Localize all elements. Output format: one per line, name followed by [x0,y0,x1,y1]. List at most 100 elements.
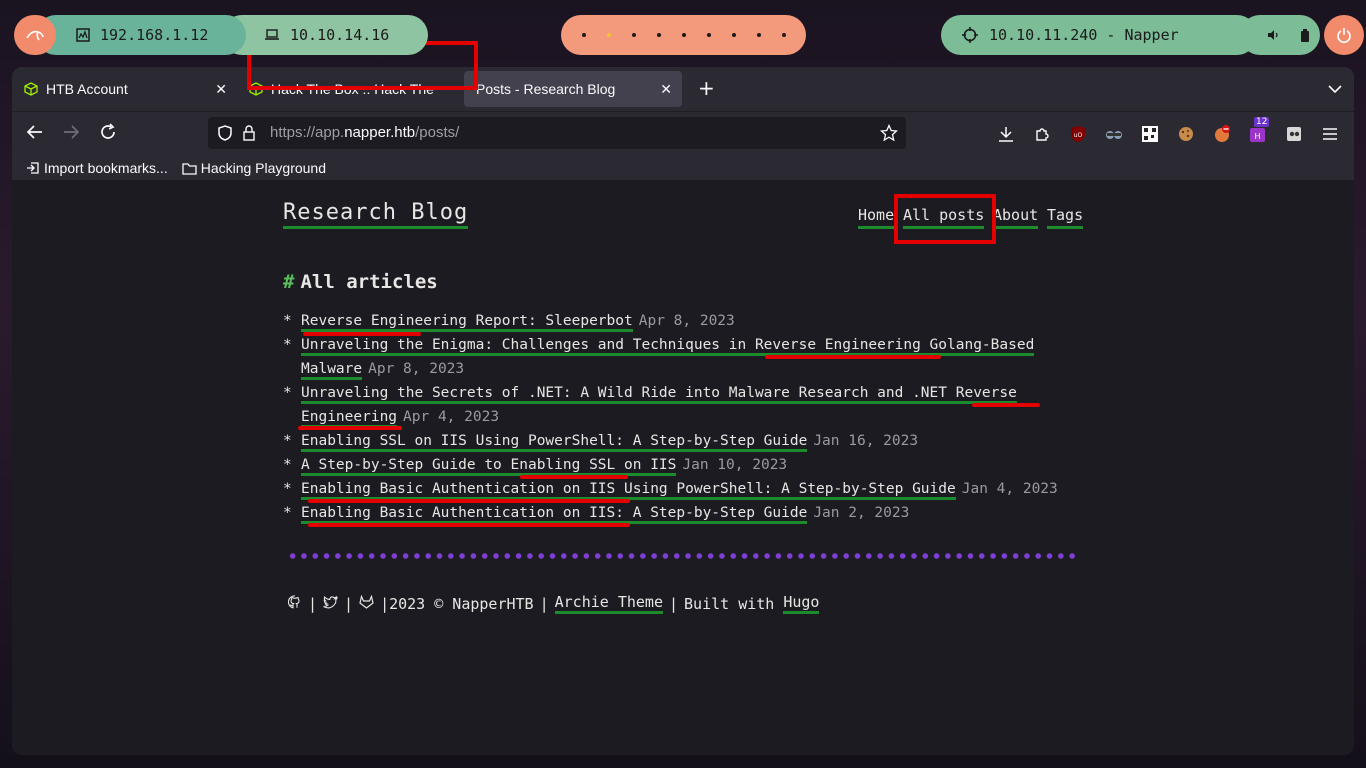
tab-posts-research-blog[interactable]: Posts - Research Blog ✕ [464,71,682,107]
workspace-5[interactable] [681,33,686,37]
github-icon[interactable] [287,594,302,613]
post-link[interactable]: Reverse Engineering Report: Sleeperbot [301,313,633,332]
list-item: * Unraveling the Secrets of .NET: A Wild… [283,381,1083,429]
bullet: * [283,337,292,353]
footer-hugo-link[interactable]: Hugo [783,593,820,614]
list-item: * Unraveling the Enigma: Challenges and … [283,333,1083,381]
list-item: * A Step-by-Step Guide to Enabling SSL o… [283,453,1083,477]
annotation-underline [308,523,630,527]
address-bar[interactable]: https://app.napper.htb/posts/ [208,117,906,149]
extensions-puzzle-icon[interactable] [1032,124,1052,144]
workspace-8[interactable] [756,33,761,37]
navigation-toolbar: https://app.napper.htb/posts/ uO H 12 [12,111,1354,155]
htb-cube-icon [24,82,38,96]
svg-text:H: H [1254,132,1260,141]
target-indicator: 10.10.11.240 - Napper [941,15,1257,55]
workspace-4[interactable] [656,33,661,37]
bookmark-label: Hacking Playground [200,160,326,176]
target-text: 10.10.11.240 - Napper [989,26,1179,44]
app-menu-hamburger-icon[interactable] [1320,124,1340,144]
ublock-origin-icon[interactable]: uO [1068,124,1088,144]
post-date: Jan 4, 2023 [961,481,1058,497]
url-host: napper.htb [344,124,416,141]
import-icon [27,162,39,174]
bookmark-label: Import bookmarks... [44,160,168,176]
dotted-separator [287,553,1077,559]
qr-code-icon[interactable] [1140,124,1160,144]
forward-button[interactable] [62,123,80,146]
list-item: * Reverse Engineering Report: Sleeperbot… [283,309,1083,333]
footer-copyright: 2023 © NapperHTB [389,594,534,613]
post-link[interactable]: Enabling Basic Authentication on IIS Usi… [301,481,956,500]
power-button[interactable] [1324,15,1364,55]
reload-button[interactable] [99,123,117,146]
close-tab-icon[interactable]: ✕ [660,81,672,98]
bookmark-import[interactable]: Import bookmarks... [26,160,168,176]
footer-theme-link[interactable]: Archie Theme [554,593,663,614]
wappalyzer-icon[interactable]: H 12 [1248,117,1270,144]
url-path: /posts/ [415,124,460,141]
post-link[interactable]: A Step-by-Step Guide to Enabling SSL on … [301,457,677,476]
tab-htb-account[interactable]: HTB Account ✕ [12,71,237,107]
extension-badge: 12 [1254,117,1270,127]
desktop-top-panel: 192.168.1.12 10.10.14.16 10.10.11.240 - … [0,0,1366,70]
back-button[interactable] [26,123,44,146]
annotation-box-all-posts [894,194,996,244]
close-tab-icon[interactable]: ✕ [215,81,227,98]
nav-about[interactable]: About [993,206,1039,229]
url-scheme: https://app. [270,124,345,141]
workspace-2[interactable] [606,33,611,37]
nav-tags[interactable]: Tags [1047,206,1084,229]
tab-title: Posts - Research Blog [476,81,616,97]
distro-logo-button[interactable] [14,15,56,55]
user-agent-switcher-icon[interactable] [1284,124,1304,144]
workspace-3[interactable] [631,33,636,37]
chevron-down-icon [1328,85,1342,94]
list-all-tabs-button[interactable] [1328,79,1342,98]
network-monitor-icon [76,28,90,42]
hack-tools-icon[interactable] [1104,124,1124,144]
site-footer: | | | 2023 © NapperHTB | Archie Theme | … [287,593,820,614]
workspace-9[interactable] [781,33,786,37]
nav-home[interactable]: Home [858,206,895,229]
lock-icon[interactable] [242,125,256,145]
tracking-protection-shield-icon[interactable] [218,125,232,145]
post-link[interactable]: Enabling SSL on IIS Using PowerShell: A … [301,433,808,452]
gitlab-icon[interactable] [359,594,374,613]
footer-separator: | [380,594,390,613]
bullet: * [283,505,292,521]
volume-icon[interactable] [1267,29,1279,41]
page-content: Research Blog Home All posts About Tags … [12,180,1354,755]
new-tab-button[interactable]: + [698,78,715,98]
section-heading-text: All articles [300,271,438,293]
twitter-icon[interactable] [323,595,339,613]
browser-window: HTB Account ✕ Hack The Box :: Hack The P… [12,67,1354,755]
workspace-switcher[interactable] [561,15,806,55]
annotation-underline [303,332,421,336]
annotation-underline [520,475,628,479]
folder-icon [182,162,197,175]
url-text[interactable]: https://app.napper.htb/posts/ [270,124,459,141]
bookmark-star-icon[interactable] [879,123,899,146]
post-list: * Reverse Engineering Report: Sleeperbot… [283,309,1083,525]
foxyproxy-icon[interactable] [1212,124,1232,144]
bookmark-folder-hacking-playground[interactable]: Hacking Playground [182,160,326,176]
downloads-icon[interactable] [996,124,1016,144]
crosshair-icon [961,26,979,44]
post-date: Jan 2, 2023 [813,505,910,521]
cookie-editor-icon[interactable] [1176,124,1196,144]
post-link[interactable]: Enabling Basic Authentication on IIS: A … [301,505,808,524]
bookmarks-toolbar: Import bookmarks... Hacking Playground [12,155,1354,181]
workspace-7[interactable] [731,33,736,37]
arrow-left-icon [26,125,42,139]
post-date: Apr 4, 2023 [403,409,500,425]
bullet: * [283,433,292,449]
bullet: * [283,385,292,401]
workspace-1[interactable] [581,33,586,37]
battery-icon [1301,28,1309,42]
system-tray [1240,15,1320,55]
site-title-link[interactable]: Research Blog [283,200,469,229]
footer-separator: | [308,594,318,613]
workspace-6[interactable] [706,33,711,37]
list-item: * Enabling Basic Authentication on IIS U… [283,477,1083,501]
